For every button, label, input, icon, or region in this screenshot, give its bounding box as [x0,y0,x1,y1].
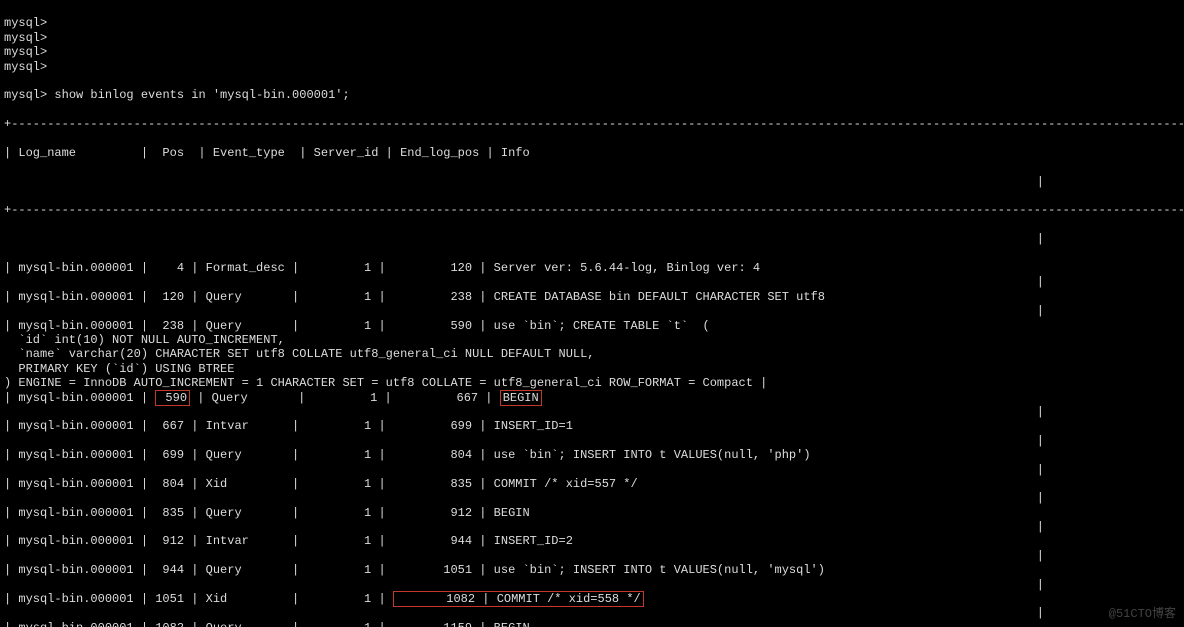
table-row-continuation: ) ENGINE = InnoDB AUTO_INCREMENT = 1 CHA… [4,376,1180,390]
table-row: | mysql-bin.000001 | 1082 | Query | 1 | … [4,621,1180,627]
table-row: | mysql-bin.000001 | 835 | Query | 1 | 9… [4,506,1180,520]
table-row: | mysql-bin.000001 | 944 | Query | 1 | 1… [4,563,1180,577]
watermark: @51CTO博客 [1109,607,1176,621]
mysql-prompt: mysql> [4,16,1180,30]
table-row: | mysql-bin.000001 | 699 | Query | 1 | 8… [4,448,1180,462]
table-row: | mysql-bin.000001 | 120 | Query | 1 | 2… [4,290,1180,304]
mysql-prompt: mysql> [4,31,1180,45]
table-row-continuation: PRIMARY KEY (`id`) USING BTREE [4,362,1180,376]
mysql-prompt: mysql> [4,88,47,102]
table-sep-top: +---------------------------------------… [4,117,1180,131]
table-row: | mysql-bin.000001 | 912 | Intvar | 1 | … [4,534,1180,548]
table-row-continuation: `name` varchar(20) CHARACTER SET utf8 CO… [4,347,1180,361]
table-row: | mysql-bin.000001 | 804 | Xid | 1 | 835… [4,477,1180,491]
table-row-continuation: `id` int(10) NOT NULL AUTO_INCREMENT, [4,333,1180,347]
table-row: | mysql-bin.000001 | 590 | Query | 1 | 6… [4,391,1180,405]
terminal-output: mysql>mysql>mysql>mysql> mysql> show bin… [0,0,1184,627]
table-row: | mysql-bin.000001 | 4 | Format_desc | 1… [4,261,1180,275]
mysql-prompt: mysql> [4,45,1180,59]
table-sep-hdr: +---------------------------------------… [4,203,1180,217]
mysql-prompt: mysql> [4,60,1180,74]
table-row: | mysql-bin.000001 | 667 | Intvar | 1 | … [4,419,1180,433]
table-row: | mysql-bin.000001 | 238 | Query | 1 | 5… [4,319,1180,333]
sql-command: show binlog events in 'mysql-bin.000001'… [54,88,349,102]
table-row: | mysql-bin.000001 | 1051 | Xid | 1 | 10… [4,592,1180,606]
